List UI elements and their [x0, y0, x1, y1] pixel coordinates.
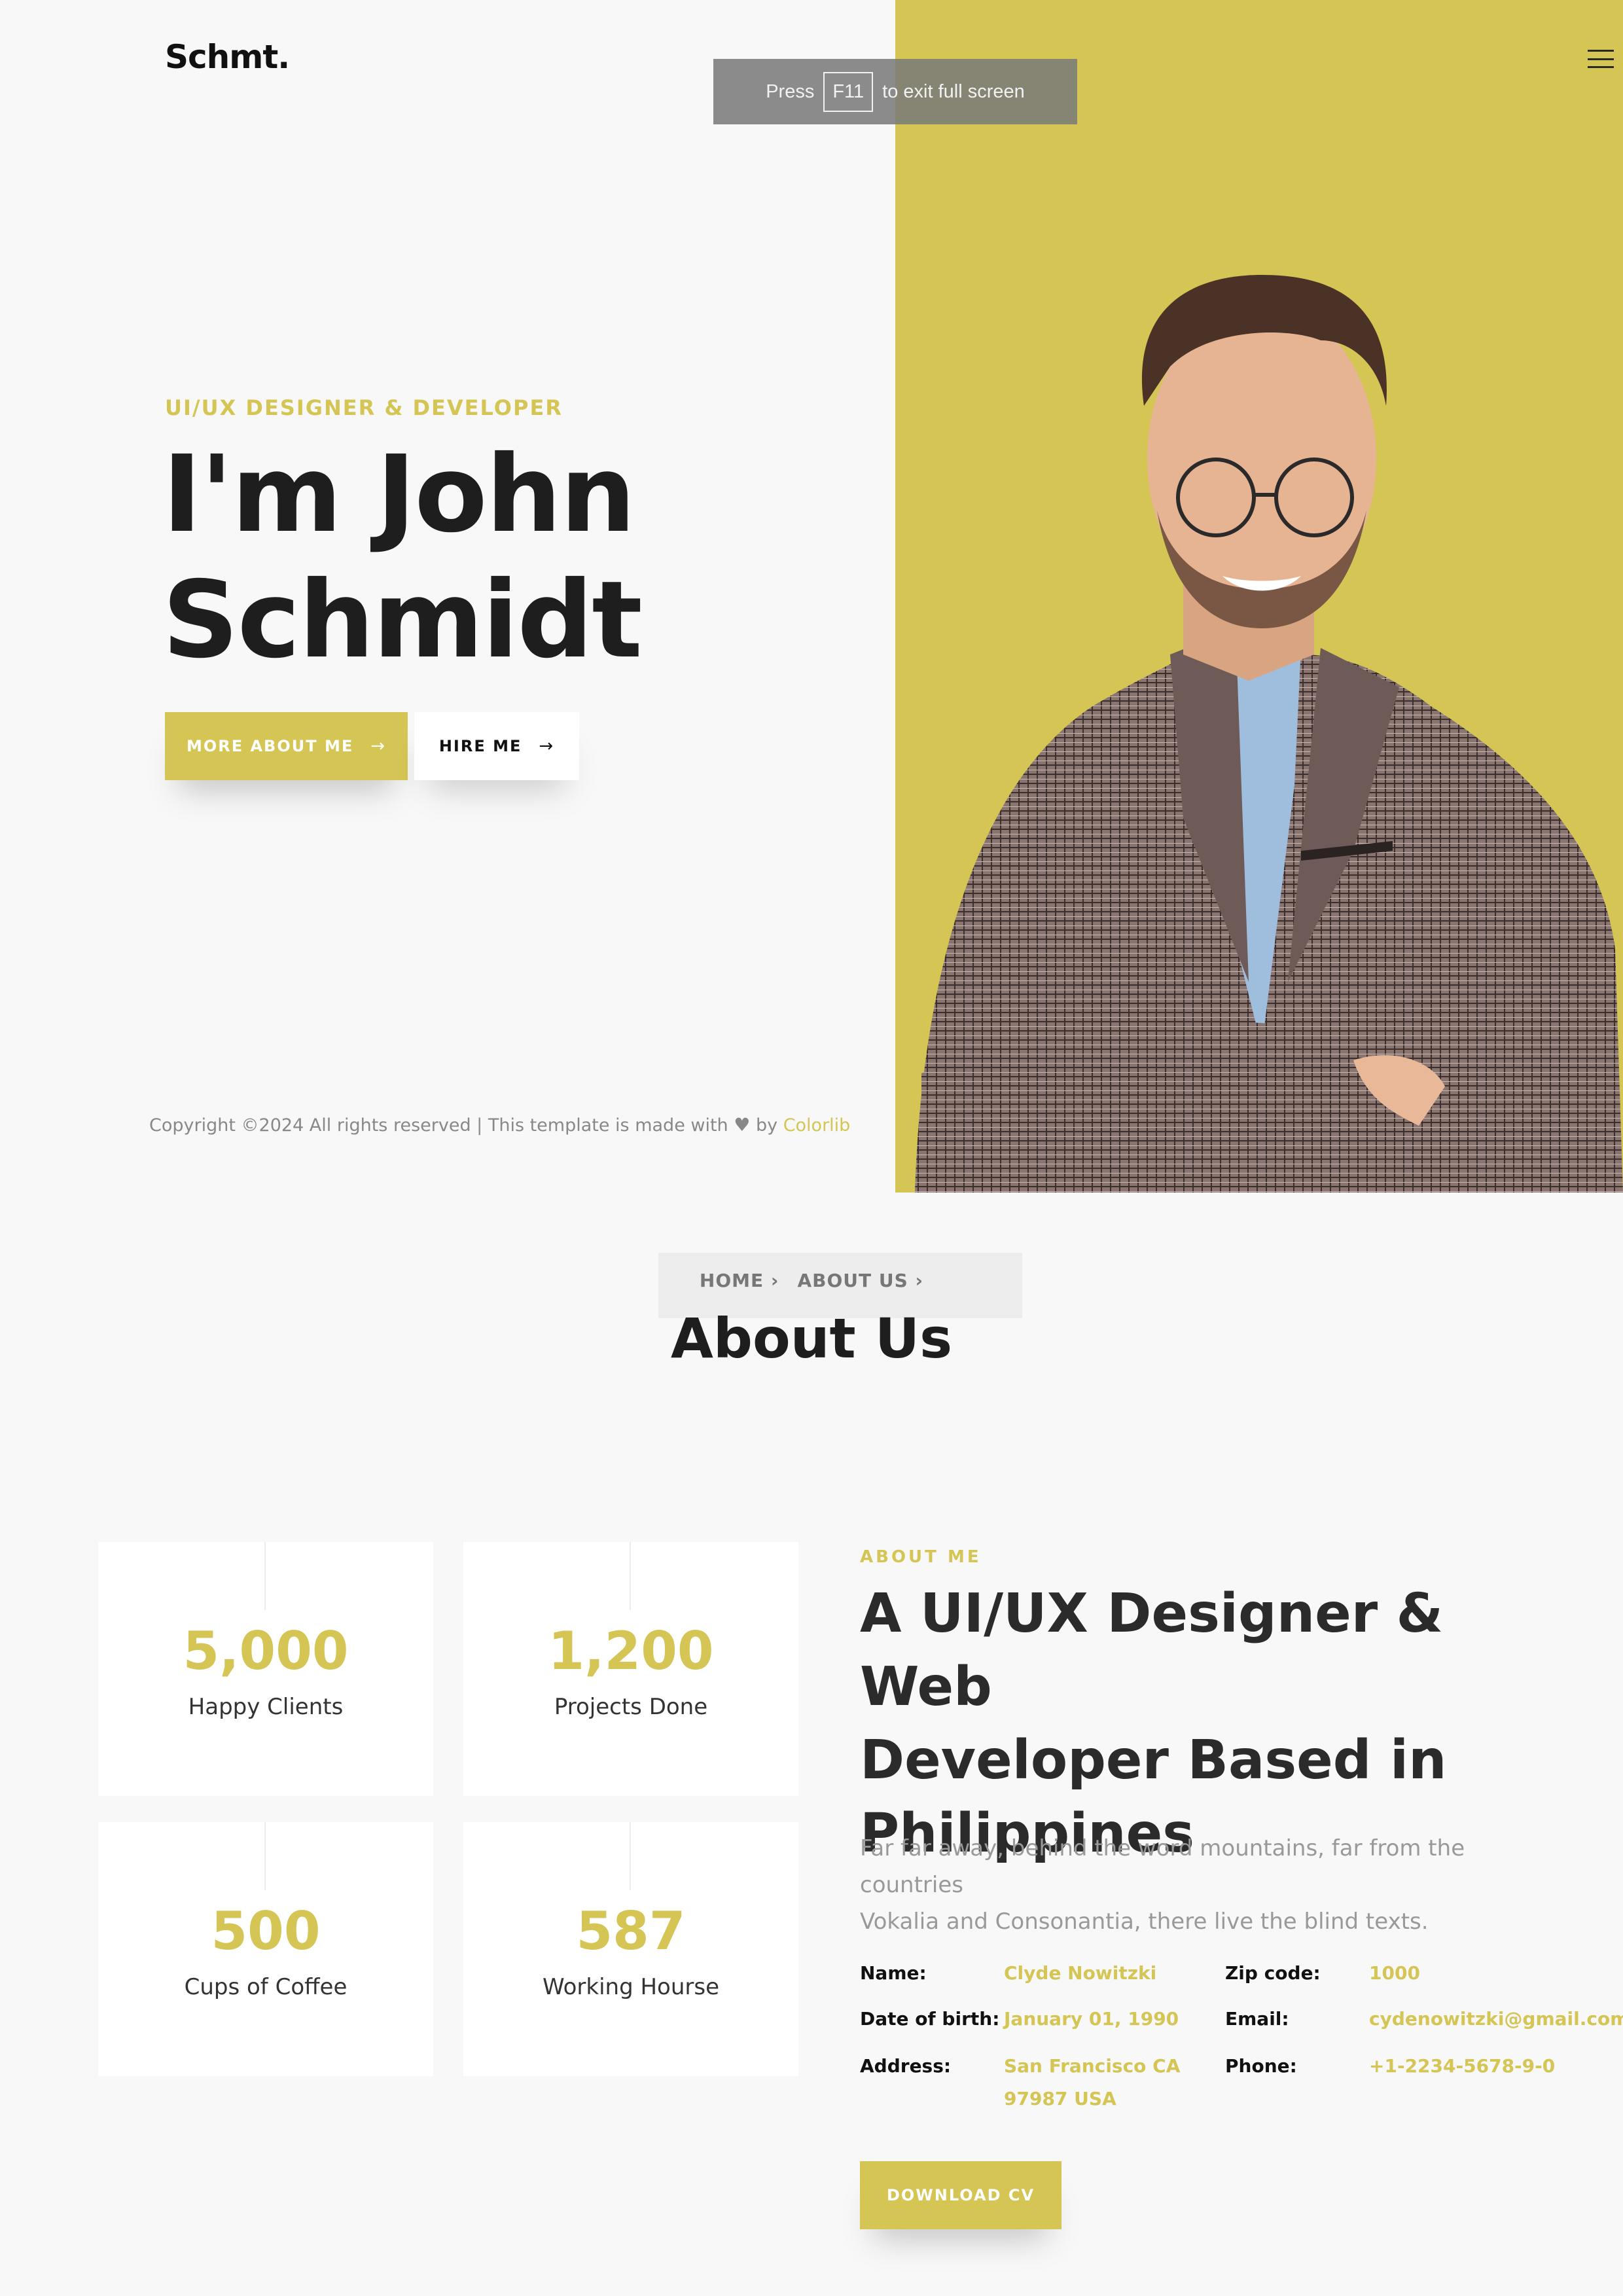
info-address-key: Address: — [860, 2055, 952, 2077]
stat-label: Cups of Coffee — [184, 1974, 348, 2000]
stat-card: 587 Working Hourse — [463, 1822, 798, 2076]
info-zip-key: Zip code: — [1225, 1962, 1321, 1984]
stat-label: Working Hourse — [542, 1974, 719, 2000]
stat-value: 500 — [211, 1901, 321, 1962]
stat-card: 1,200 Projects Done — [463, 1542, 798, 1796]
breadcrumb-home[interactable]: HOME › — [700, 1270, 779, 1291]
info-phone-key: Phone: — [1225, 2055, 1297, 2077]
info-dob-key: Date of birth: — [860, 2008, 1000, 2030]
fullscreen-toast: Press F11 to exit full screen — [713, 59, 1077, 124]
colorlib-link[interactable]: Colorlib — [783, 1115, 851, 1136]
toast-suffix: to exit full screen — [882, 81, 1025, 102]
more-about-me-label: MORE ABOUT ME — [186, 737, 354, 755]
hero-name: I'm John Schmidt — [162, 432, 643, 683]
info-email-key: Email: — [1225, 2008, 1289, 2030]
more-about-me-button[interactable]: MORE ABOUT ME → — [165, 712, 408, 780]
stat-value: 5,000 — [183, 1621, 349, 1681]
toast-key: F11 — [823, 71, 874, 112]
hero-subtitle: UI/UX DESIGNER & DEVELOPER — [165, 395, 563, 420]
stat-card: 5,000 Happy Clients — [98, 1542, 433, 1796]
info-phone-value[interactable]: +1-2234-5678-9-0 — [1369, 2050, 1555, 2083]
about-heading: A UI/UX Designer & Web Developer Based i… — [860, 1577, 1580, 1871]
about-heading-line1: A UI/UX Designer & Web — [860, 1583, 1444, 1718]
stat-card: 500 Cups of Coffee — [98, 1822, 433, 2076]
about-description: Far far away, behind the word mountains,… — [860, 1830, 1554, 1940]
info-address-value: San Francisco CA 97987 USA — [1004, 2050, 1180, 2115]
stat-label: Happy Clients — [188, 1694, 344, 1720]
portrait-photo — [915, 275, 1623, 1193]
menu-icon[interactable] — [1588, 50, 1614, 68]
info-name-key: Name: — [860, 1962, 927, 1984]
info-dob-value: January 01, 1990 — [1004, 2008, 1179, 2030]
info-name-value: Clyde Nowitzki — [1004, 1962, 1157, 1984]
info-zip-value: 1000 — [1369, 1962, 1420, 1984]
info-address-line2: 97987 USA — [1004, 2088, 1116, 2109]
breadcrumb: HOME › ABOUT US › — [0, 1270, 1623, 1291]
about-label: ABOUT ME — [860, 1547, 982, 1567]
stat-label: Projects Done — [554, 1694, 708, 1720]
page-title: About Us — [670, 1306, 953, 1371]
about-heading-line2: Developer Based in — [860, 1729, 1447, 1791]
about-desc-line1: Far far away, behind the word mountains,… — [860, 1835, 1465, 1898]
download-cv-button[interactable]: DOWNLOAD CV — [860, 2161, 1061, 2229]
heart-icon: ♥ — [734, 1114, 751, 1136]
hero-name-line2: Schmidt — [162, 559, 643, 682]
site-logo[interactable]: Schmt. — [165, 38, 290, 76]
copyright-text: Copyright ©2024 All rights reserved | Th… — [149, 1115, 728, 1136]
chevron-right-icon: › — [915, 1270, 924, 1291]
chevron-right-icon: › — [770, 1270, 779, 1291]
arrow-right-icon: → — [539, 736, 555, 756]
about-desc-line2: Vokalia and Consonantia, there live the … — [860, 1909, 1429, 1935]
info-email-value[interactable]: cydenowitzki@gmail.com — [1369, 2003, 1623, 2036]
stat-value: 1,200 — [548, 1621, 714, 1681]
info-address-line1: San Francisco CA — [1004, 2055, 1181, 2077]
toast-prefix: Press — [766, 81, 815, 102]
hero-image-panel — [895, 0, 1623, 1193]
stat-value: 587 — [576, 1901, 686, 1962]
hero-name-line1: I'm John — [162, 433, 635, 556]
hire-me-button[interactable]: HIRE ME → — [414, 712, 579, 780]
hire-me-label: HIRE ME — [438, 737, 522, 755]
arrow-right-icon: → — [370, 736, 387, 756]
breadcrumb-about[interactable]: ABOUT US › — [797, 1270, 923, 1291]
copyright: Copyright ©2024 All rights reserved | Th… — [149, 1114, 850, 1136]
copyright-by: by — [755, 1115, 778, 1136]
